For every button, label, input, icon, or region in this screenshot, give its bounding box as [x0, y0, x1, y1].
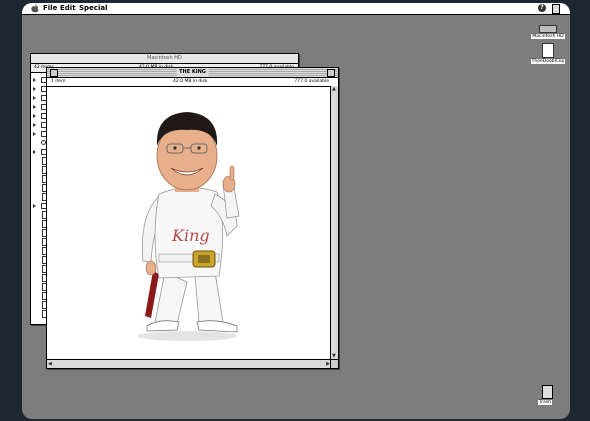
trash-label: Trash — [538, 400, 552, 405]
king-caricature-image: King — [137, 112, 240, 341]
clip-file-label: TheeDooblClip — [530, 59, 566, 64]
scroll-left-arrow-icon[interactable]: ◀ — [48, 361, 52, 367]
king-text: King — [171, 226, 210, 245]
document-icon — [542, 43, 554, 58]
items-count: 1 item — [51, 79, 66, 84]
menu-edit[interactable]: Edit — [60, 3, 76, 14]
macintosh-hd-desktop-icon[interactable]: Macintosh HD — [531, 25, 565, 39]
macintosh-hd-title-bar[interactable]: Macintosh HD — [31, 54, 298, 64]
menu-bar: File Edit Special ? — [22, 3, 570, 15]
vertical-scrollbar[interactable]: ▲ ▼ — [330, 86, 338, 359]
disclosure-triangle-icon[interactable] — [33, 96, 36, 100]
disclosure-triangle-icon[interactable] — [33, 105, 36, 109]
macintosh-hd-label: Macintosh HD — [531, 34, 565, 39]
help-icon[interactable]: ? — [538, 4, 546, 12]
disclosure-triangle-icon[interactable] — [33, 150, 36, 154]
macintosh-hd-window-title: Macintosh HD — [144, 54, 185, 63]
resize-box-icon[interactable] — [330, 359, 338, 368]
disclosure-triangle-icon[interactable] — [33, 204, 36, 208]
desktop[interactable]: File Edit Special ? Macintosh HD TheeDoo… — [22, 3, 570, 419]
scroll-up-arrow-icon[interactable]: ▲ — [332, 86, 336, 92]
close-box-icon[interactable] — [50, 69, 58, 77]
the-king-window[interactable]: THE KING 1 item 42.0 MB in disk 777.0 av… — [46, 67, 339, 369]
disclosure-triangle-icon[interactable] — [33, 114, 36, 118]
clip-file-desktop-icon[interactable]: TheeDooblClip — [529, 43, 567, 64]
hard-disk-icon — [539, 25, 557, 33]
zoom-box-icon[interactable] — [327, 69, 335, 77]
disclosure-triangle-icon[interactable] — [33, 132, 36, 136]
menu-file[interactable]: File — [43, 3, 57, 14]
menu-special[interactable]: Special — [79, 3, 107, 14]
the-king-title-bar[interactable]: THE KING — [47, 68, 338, 78]
disk-info: 42.0 MB in disk — [173, 79, 208, 84]
disclosure-triangle-icon[interactable] — [33, 87, 36, 91]
available-space: 777.0 available — [294, 79, 329, 84]
disclosure-triangle-icon[interactable] — [33, 123, 36, 127]
disclosure-triangle-icon[interactable] — [33, 78, 36, 82]
the-king-window-title: THE KING — [176, 68, 209, 77]
trash-icon[interactable] — [542, 385, 553, 399]
finder-app-icon[interactable] — [552, 4, 560, 14]
horizontal-scrollbar[interactable]: ◀ ▶ — [47, 359, 331, 368]
apple-menu-icon[interactable] — [31, 4, 39, 13]
